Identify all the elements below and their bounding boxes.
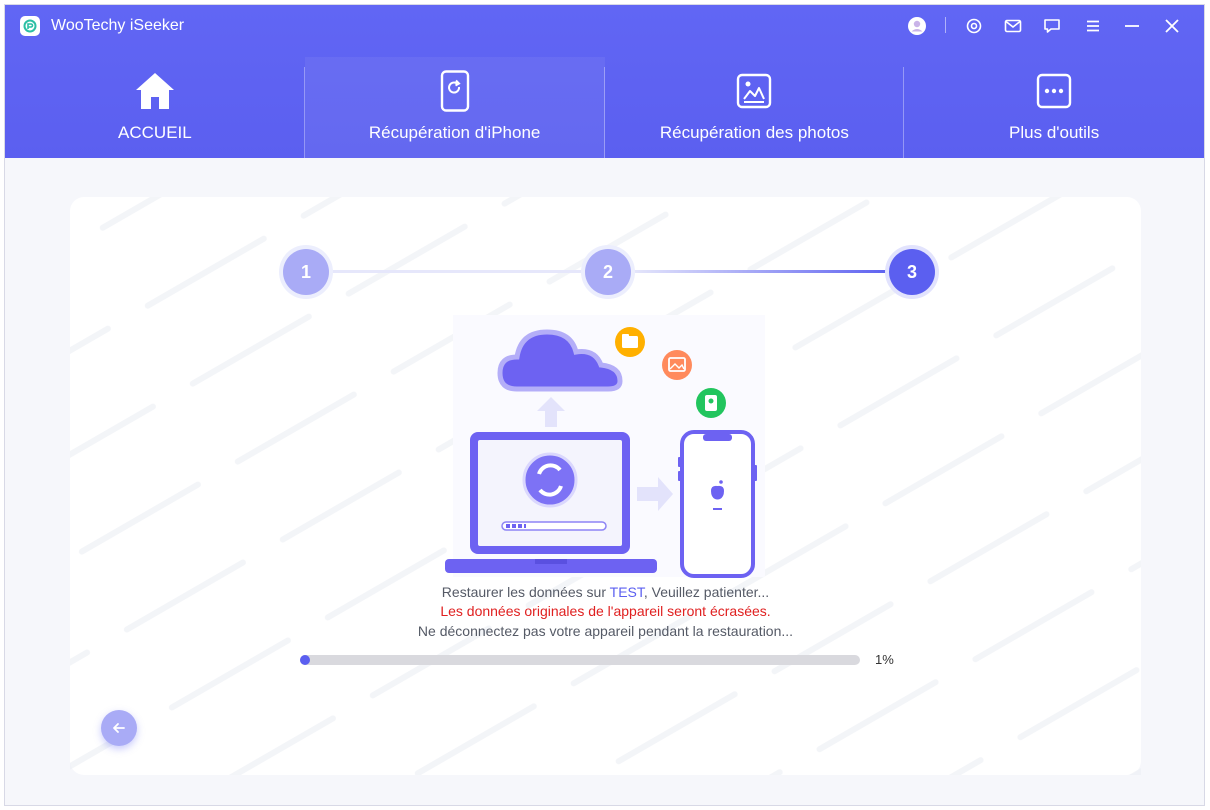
step-2: 2 [585,249,631,295]
back-button[interactable] [101,710,137,746]
minimize-icon[interactable] [1121,15,1143,37]
mail-icon[interactable] [1002,15,1024,37]
device-name: TEST [609,584,644,600]
title-bar: WooTechy iSeeker [5,5,1204,45]
menu-icon[interactable] [1082,15,1104,37]
status-line: Restaurer les données sur TEST, Veuillez… [70,584,1141,600]
home-icon [134,69,176,113]
contacts-badge-icon [696,388,726,418]
tab-photo-recovery[interactable]: Récupération des photos [605,57,905,158]
step-connector [327,270,589,273]
step-connector [631,270,893,273]
tab-accueil[interactable]: ACCUEIL [5,57,305,158]
account-icon[interactable] [906,15,928,37]
more-tools-icon [1036,69,1072,113]
tab-label: Récupération des photos [659,123,849,142]
step-indicator: 1 2 3 [70,197,1141,317]
status-prefix: Restaurer les données sur [441,584,610,600]
laptop-icon [445,432,657,573]
tab-more-tools[interactable]: Plus d'outils [904,57,1204,158]
photo-recovery-icon [736,69,772,113]
folder-badge-icon [615,327,645,357]
progress-fill [300,655,310,665]
main-tabs: ACCUEIL Récupération d'iPhone Récupérati… [5,57,1204,158]
restore-card: 1 2 3 Restaurer les données sur TEST, Ve… [70,197,1141,775]
settings-icon[interactable] [963,15,985,37]
iphone-recovery-icon [440,69,470,113]
close-icon[interactable] [1161,15,1183,37]
tab-iphone-recovery[interactable]: Récupération d'iPhone [304,57,605,158]
overwrite-warning: Les données originales de l'appareil ser… [440,603,771,619]
app-logo-icon [20,16,40,36]
step-1: 1 [283,249,329,295]
progress-percent: 1% [875,652,894,667]
feedback-icon[interactable] [1041,15,1063,37]
arrow-left-icon [113,723,125,733]
restore-illustration [445,315,765,578]
tab-label: Récupération d'iPhone [368,123,541,142]
toolbar-separator [945,17,946,33]
restore-progress-bar [300,655,860,665]
iphone-icon [678,430,757,578]
step-3: 3 [889,249,935,295]
photo-badge-icon [662,350,692,380]
tab-label: Plus d'outils [1009,123,1100,142]
status-suffix: , Veuillez patienter... [643,584,770,600]
top-bar: WooTechy iSeeker ACCUEIL Récupération d'… [5,5,1204,158]
disconnect-notice: Ne déconnectez pas votre appareil pendan… [417,623,794,639]
app-title: WooTechy iSeeker [51,17,185,34]
app-window: WooTechy iSeeker ACCUEIL Récupération d'… [4,4,1205,806]
tab-label: ACCUEIL [118,123,192,142]
